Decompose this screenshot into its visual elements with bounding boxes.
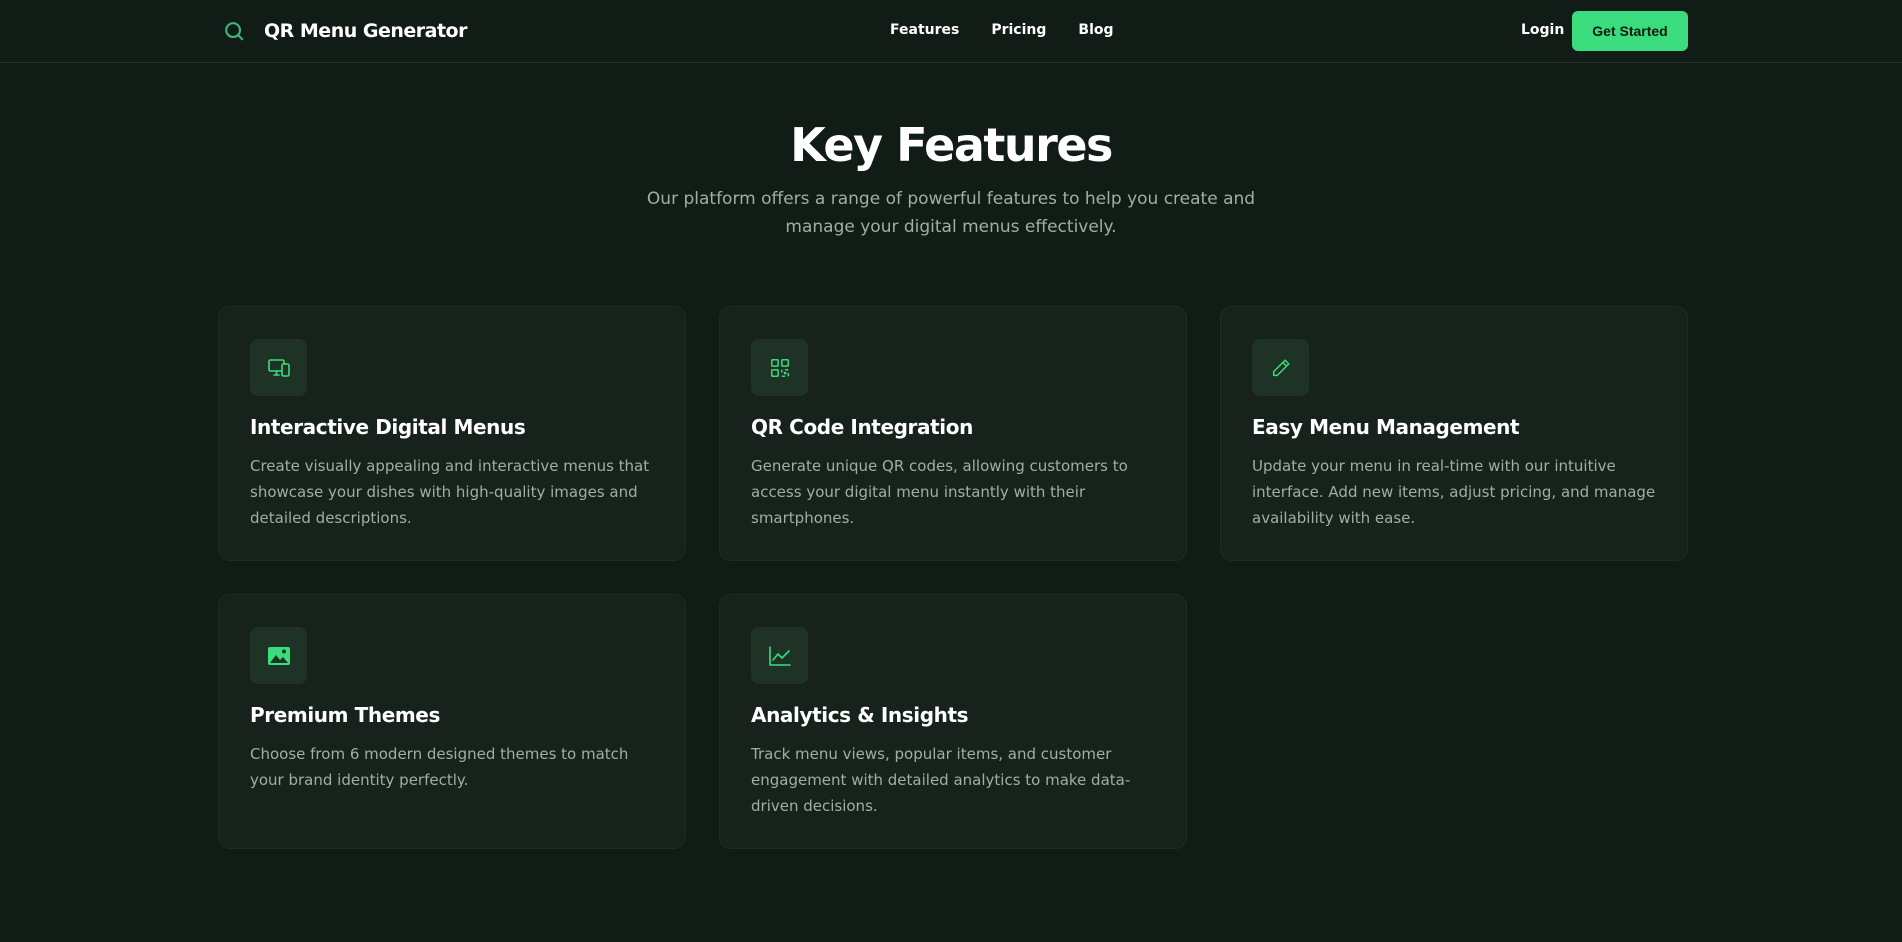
chart-icon: [751, 627, 808, 684]
get-started-button[interactable]: Get Started: [1572, 11, 1688, 51]
nav-link-blog[interactable]: Blog: [1078, 22, 1113, 38]
feature-description: Track menu views, popular items, and cus…: [751, 745, 1131, 815]
search-icon: [222, 17, 246, 45]
devices-icon: [250, 339, 307, 396]
feature-description: Choose from 6 modern designed themes to …: [250, 745, 629, 789]
feature-card-premium-themes: Premium Themes Choose from 6 modern desi…: [218, 594, 686, 849]
login-link[interactable]: Login: [1521, 22, 1564, 38]
feature-description: Generate unique QR codes, allowing custo…: [751, 457, 1128, 527]
feature-description: Update your menu in real-time with our i…: [1252, 457, 1656, 527]
feature-title: Interactive Digital Menus: [250, 415, 526, 439]
brand[interactable]: QR Menu Generator: [222, 17, 467, 45]
section-subtitle: Our platform offers a range of powerful …: [646, 189, 1256, 237]
brand-name: QR Menu Generator: [264, 20, 467, 42]
image-icon: [250, 627, 307, 684]
feature-card-analytics: Analytics & Insights Track menu views, p…: [719, 594, 1187, 849]
top-navbar: QR Menu Generator Features Pricing Blog …: [0, 0, 1902, 63]
feature-card-menu-management: Easy Menu Management Update your menu in…: [1220, 306, 1688, 561]
main-nav: Features Pricing Blog: [890, 22, 1146, 38]
pencil-icon: [1252, 339, 1309, 396]
feature-title: Easy Menu Management: [1252, 415, 1520, 439]
feature-description: Create visually appealing and interactiv…: [250, 457, 650, 527]
feature-title: Analytics & Insights: [751, 703, 969, 727]
qr-code-icon: [751, 339, 808, 396]
nav-link-pricing[interactable]: Pricing: [991, 22, 1046, 38]
section-title: Key Features: [790, 118, 1113, 172]
nav-link-features[interactable]: Features: [890, 22, 959, 38]
feature-card-qr-integration: QR Code Integration Generate unique QR c…: [719, 306, 1187, 561]
feature-title: QR Code Integration: [751, 415, 973, 439]
feature-card-interactive-menus: Interactive Digital Menus Create visuall…: [218, 306, 686, 561]
feature-title: Premium Themes: [250, 703, 440, 727]
